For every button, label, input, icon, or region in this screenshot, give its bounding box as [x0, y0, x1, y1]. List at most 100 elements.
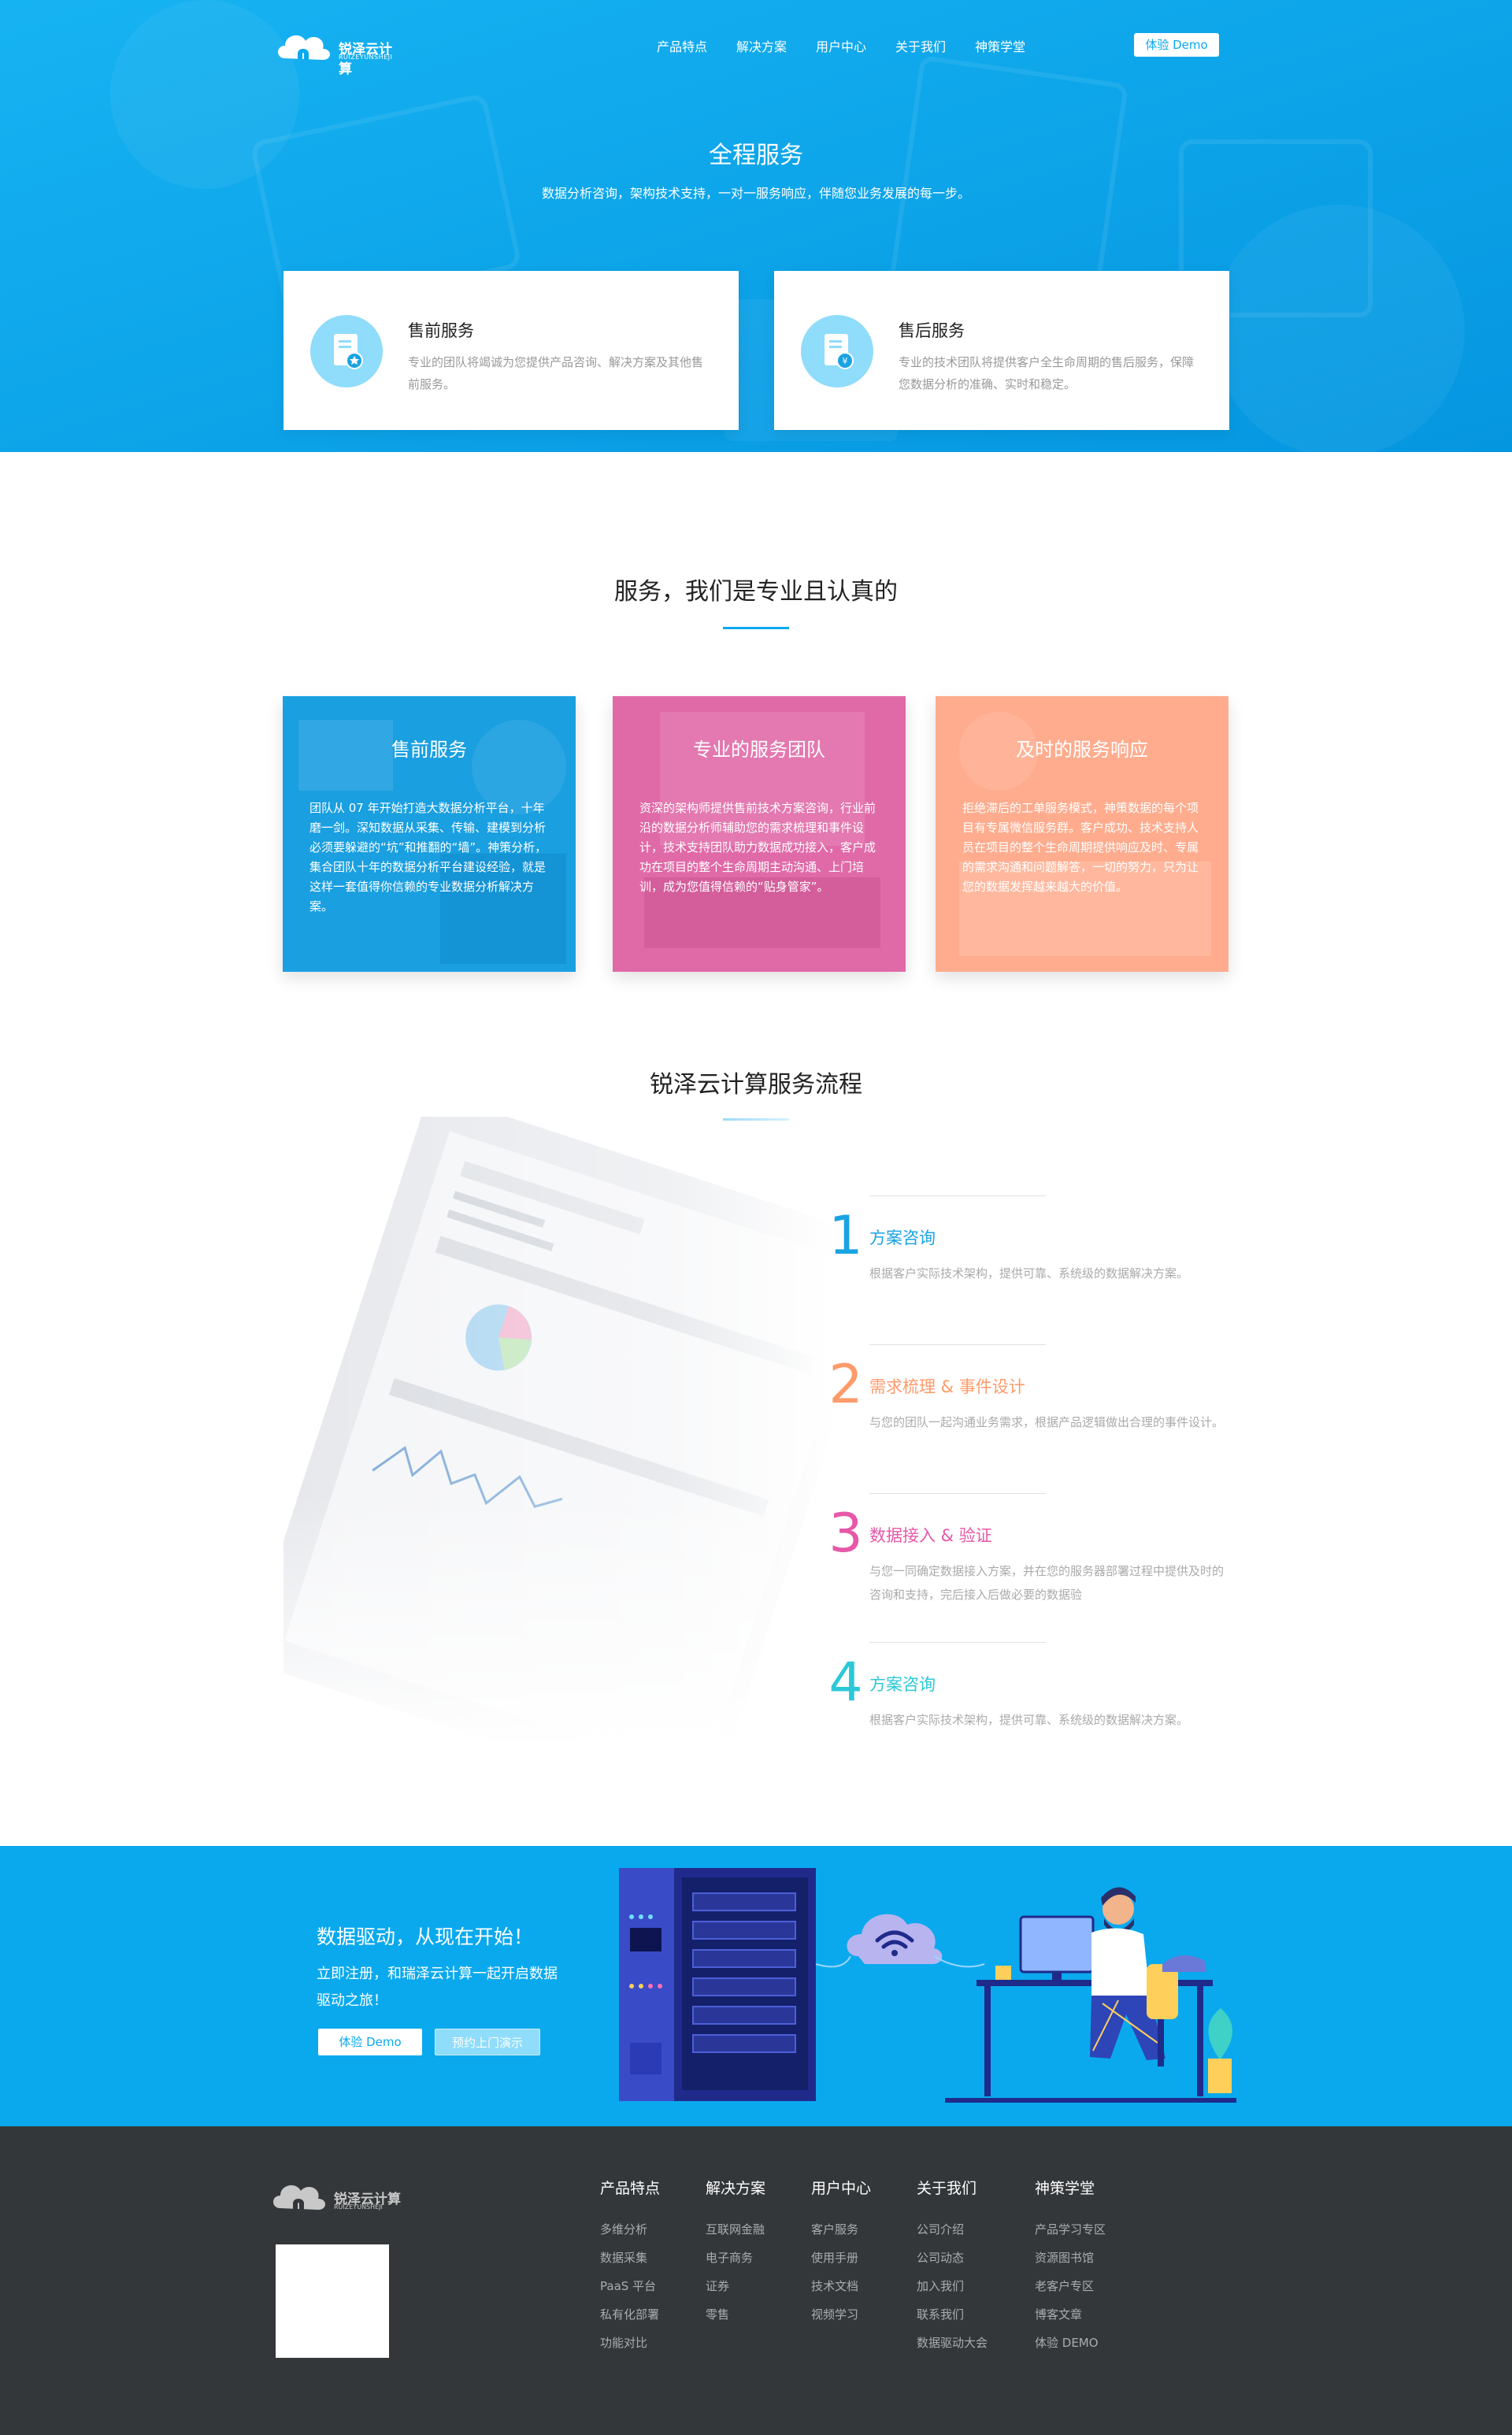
step-number: 2: [828, 1354, 863, 1416]
feature-card-description: 团队从 07 年开始打造大数据分析平台，十年磨一剑。深知数据从采集、传输、建模到…: [309, 801, 547, 914]
step-description: 与您的团队一起沟通业务需求，根据产品逻辑做出合理的事件设计。: [869, 1415, 1225, 1429]
footer-link[interactable]: 产品学习专区: [1035, 2215, 1106, 2244]
feature-card-title: 售前服务: [391, 739, 467, 761]
hero-subtitle: 数据分析咨询，架构技术支持，一对一服务响应，伴随您业务发展的每一步。: [541, 186, 970, 201]
footer-link[interactable]: 公司动态: [917, 2244, 988, 2272]
cta-book-onsite-demo-button[interactable]: 预约上门演示: [435, 2029, 540, 2055]
nav-item-solutions[interactable]: 解决方案: [736, 36, 787, 55]
footer-column-product: 产品特点 多维分析 数据采集 PaaS 平台 私有化部署 功能对比: [600, 2177, 660, 2357]
step-description: 根据客户实际技术架构，提供可靠、系统级的数据解决方案。: [869, 1266, 1189, 1281]
hero-title: 全程服务: [709, 142, 803, 169]
step-description: 与您一同确定数据接入方案，并在您的服务器部署过程中提供及时的咨询和支持，完后接入…: [869, 1564, 1225, 1602]
hero-section: 锐泽云计算 RUIZEYUNSHEJI 产品特点 解决方案 用户中心 关于我们 …: [0, 0, 1512, 452]
features-section-title: 服务，我们是专业且认真的: [614, 578, 898, 606]
footer-link[interactable]: 客户服务: [811, 2215, 871, 2244]
footer-column-academy: 神策学堂 产品学习专区 资源图书馆 老客户专区 博客文章 体验 DEMO: [1035, 2177, 1106, 2357]
call-to-action-banner: 数据驱动，从现在开始！ 立即注册，和瑞泽云计算一起开启数据驱动之旅！ 体验 De…: [0, 1846, 1512, 2126]
cloud-logo-icon: [278, 35, 330, 60]
footer-link[interactable]: 联系我们: [917, 2300, 988, 2329]
presales-card-description: 专业的团队将竭诚为您提供产品咨询、解决方案及其他售前服务。: [408, 355, 704, 391]
step-title: 方案咨询: [869, 1675, 936, 1694]
cloud-logo-icon: [273, 2185, 325, 2210]
nav-item-product-features[interactable]: 产品特点: [657, 36, 707, 55]
feature-card-description: 拒绝滞后的工单服务模式，神策数据的每个项目有专属微信服务群。客户成功、技术支持人…: [962, 801, 1199, 894]
footer-link[interactable]: 数据采集: [600, 2244, 660, 2272]
nav-item-about-us[interactable]: 关于我们: [895, 36, 946, 55]
process-step-2: 2 需求梳理 & 事件设计 与您的团队一起沟通业务需求，根据产品逻辑做出合理的事…: [822, 1344, 1232, 1470]
step-title: 数据接入 & 验证: [869, 1526, 992, 1545]
footer-link[interactable]: 博客文章: [1035, 2300, 1106, 2329]
document-star-icon: [310, 315, 383, 387]
presales-service-card[interactable]: 售前服务 专业的团队将竭诚为您提供产品咨询、解决方案及其他售前服务。: [284, 271, 739, 430]
footer-column-heading: 神策学堂: [1035, 2180, 1095, 2197]
footer-link[interactable]: 数据驱动大会: [917, 2329, 988, 2357]
footer-logo-subtext: RUIZEYUNSHEJI: [334, 2203, 383, 2211]
footer-column-solutions: 解决方案 互联网金融 电子商务 证券 零售: [706, 2177, 765, 2329]
footer-link[interactable]: 功能对比: [600, 2329, 660, 2357]
tablet-dashboard-illustration: [284, 1117, 835, 1747]
process-section-title: 锐泽云计算服务流程: [650, 1071, 862, 1099]
footer-link[interactable]: 公司介绍: [917, 2215, 988, 2244]
nav-links: 产品特点 解决方案 用户中心 关于我们 神策学堂: [657, 36, 1054, 55]
footer-link[interactable]: 体验 DEMO: [1035, 2329, 1106, 2357]
qr-code-placeholder: [276, 2244, 389, 2358]
step-title: 需求梳理 & 事件设计: [869, 1377, 1025, 1396]
step-number: 3: [828, 1503, 863, 1565]
server-cloud-developer-illustration: [619, 1868, 1236, 2103]
site-footer: 锐泽云计算 RUIZEYUNSHEJI 产品特点 多维分析 数据采集 PaaS …: [0, 2126, 1512, 2435]
process-step-4: 4 方案咨询 根据客户实际技术架构，提供可靠、系统级的数据解决方案。: [822, 1642, 1232, 1768]
features-title-underline: [723, 627, 789, 629]
document-dollar-icon: ¥: [801, 315, 873, 387]
top-navigation: 锐泽云计算 RUIZEYUNSHEJI 产品特点 解决方案 用户中心 关于我们 …: [0, 0, 1512, 88]
cta-try-demo-button[interactable]: 体验 Demo: [318, 2029, 422, 2055]
step-description: 根据客户实际技术架构，提供可靠、系统级的数据解决方案。: [869, 1713, 1189, 1727]
footer-column-heading: 解决方案: [706, 2180, 766, 2197]
footer-column-heading: 产品特点: [600, 2180, 661, 2197]
footer-link[interactable]: 多维分析: [600, 2215, 660, 2244]
footer-link[interactable]: PaaS 平台: [600, 2272, 660, 2300]
feature-card-service-team[interactable]: 专业的服务团队 资深的架构师提供售前技术方案咨询，行业前沿的数据分析师辅助您的需…: [613, 696, 906, 972]
brand-logo-subtext: RUIZEYUNSHEJI: [339, 54, 393, 61]
footer-link[interactable]: 老客户专区: [1035, 2272, 1106, 2300]
footer-link[interactable]: 使用手册: [811, 2244, 871, 2272]
footer-link[interactable]: 电子商务: [706, 2244, 765, 2272]
process-step-3: 3 数据接入 & 验证 与您一同确定数据接入方案，并在您的服务器部署过程中提供及…: [822, 1493, 1232, 1619]
footer-link[interactable]: 视频学习: [811, 2300, 871, 2329]
feature-card-title: 专业的服务团队: [693, 739, 825, 761]
footer-link[interactable]: 私有化部署: [600, 2300, 660, 2329]
footer-brand-logo[interactable]: 锐泽云计算 RUIZEYUNSHEJI: [269, 2170, 403, 2218]
footer-link[interactable]: 零售: [706, 2300, 765, 2329]
svg-text:¥: ¥: [843, 356, 848, 366]
step-divider: [869, 1344, 1046, 1345]
step-divider: [869, 1493, 1046, 1494]
footer-column-heading: 用户中心: [811, 2180, 872, 2197]
footer-link[interactable]: 证券: [706, 2272, 765, 2300]
footer-column-about: 关于我们 公司介绍 公司动态 加入我们 联系我们 数据驱动大会: [917, 2177, 988, 2357]
aftersales-service-card[interactable]: ¥ 售后服务 专业的技术团队将提供客户全生命周期的售后服务，保障您数据分析的准确…: [774, 271, 1229, 430]
aftersales-card-title: 售后服务: [899, 321, 965, 340]
brand-logo[interactable]: 锐泽云计算 RUIZEYUNSHEJI: [274, 24, 400, 77]
feature-card-description: 资深的架构师提供售前技术方案咨询，行业前沿的数据分析师辅助您的需求梳理和事件设计…: [639, 801, 876, 894]
step-title: 方案咨询: [869, 1229, 936, 1247]
footer-column-user-center: 用户中心 客户服务 使用手册 技术文档 视频学习: [811, 2177, 871, 2329]
footer-link[interactable]: 技术文档: [811, 2272, 871, 2300]
step-number: 1: [828, 1205, 863, 1267]
footer-column-heading: 关于我们: [917, 2180, 977, 2197]
nav-item-academy[interactable]: 神策学堂: [975, 36, 1025, 55]
try-demo-button[interactable]: 体验 Demo: [1134, 33, 1219, 57]
footer-link[interactable]: 互联网金融: [706, 2215, 765, 2244]
cta-subtitle: 立即注册，和瑞泽云计算一起开启数据驱动之旅！: [317, 1966, 558, 2009]
step-divider: [869, 1195, 1046, 1196]
feature-card-response[interactable]: 及时的服务响应 拒绝滞后的工单服务模式，神策数据的每个项目有专属微信服务群。客户…: [936, 696, 1228, 972]
footer-link[interactable]: 加入我们: [917, 2272, 988, 2300]
cta-title: 数据驱动，从现在开始！: [317, 1925, 534, 1948]
footer-link[interactable]: 资源图书馆: [1035, 2244, 1106, 2272]
nav-item-user-center[interactable]: 用户中心: [816, 36, 866, 55]
aftersales-card-description: 专业的技术团队将提供客户全生命周期的售后服务，保障您数据分析的准确、实时和稳定。: [899, 355, 1195, 391]
process-step-1: 1 方案咨询 根据客户实际技术架构，提供可靠、系统级的数据解决方案。: [822, 1195, 1232, 1321]
feature-card-presales[interactable]: 售前服务 团队从 07 年开始打造大数据分析平台，十年磨一剑。深知数据从采集、传…: [283, 696, 576, 972]
feature-card-title: 及时的服务响应: [1016, 739, 1148, 761]
step-number: 4: [828, 1651, 863, 1714]
step-divider: [869, 1642, 1046, 1643]
presales-card-title: 售前服务: [408, 321, 474, 340]
